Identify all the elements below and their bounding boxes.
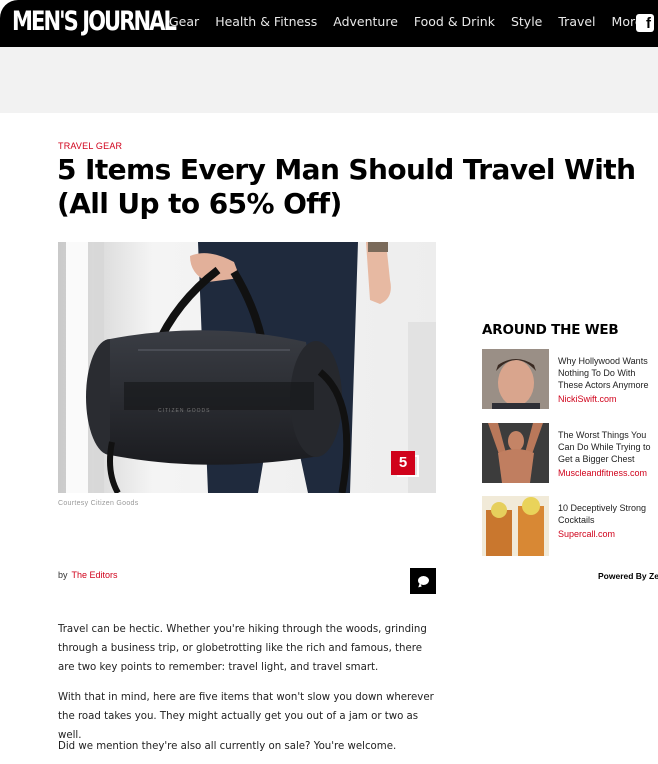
promo-headline[interactable]: The Worst Things You Can Do While Trying… xyxy=(558,430,651,464)
comments-button[interactable] xyxy=(410,568,436,594)
sidebar-promo-item[interactable]: The Worst Things You Can Do While Trying… xyxy=(482,423,658,483)
gallery-count-badge[interactable]: 5 xyxy=(391,451,415,475)
article-title: 5 Items Every Man Should Travel With (Al… xyxy=(57,153,658,221)
powered-by-label[interactable]: Powered By Zergnet xyxy=(598,571,658,581)
nav-item-travel[interactable]: Travel xyxy=(558,14,595,29)
byline: by The Editors xyxy=(58,570,118,580)
byline-prefix: by xyxy=(58,570,68,580)
sidebar-promo-item[interactable]: Why Hollywood Wants Nothing To Do With T… xyxy=(482,349,658,409)
comment-icon-tail xyxy=(418,582,423,589)
promo-headline[interactable]: Why Hollywood Wants Nothing To Do With T… xyxy=(558,356,649,390)
article-paragraph: Did we mention they're also all currentl… xyxy=(58,741,397,752)
promo-thumbnail[interactable] xyxy=(482,423,549,483)
facebook-icon[interactable]: f xyxy=(636,14,654,32)
promo-thumbnail[interactable] xyxy=(482,349,549,409)
bodybuilder-image xyxy=(482,423,549,483)
nav-item-style[interactable]: Style xyxy=(511,14,542,29)
nav-item-food-drink[interactable]: Food & Drink xyxy=(414,14,495,29)
site-logo[interactable]: MEN'S JOURNAL xyxy=(12,6,177,37)
actor-portrait-image xyxy=(482,349,549,409)
article-category[interactable]: TRAVEL GEAR xyxy=(58,141,122,151)
nav-item-adventure[interactable]: Adventure xyxy=(333,14,398,29)
article-title-line-2: (All Up to 65% Off) xyxy=(57,187,342,220)
promo-text: The Worst Things You Can Do While Trying… xyxy=(558,429,658,479)
promo-source[interactable]: NickiSwift.com xyxy=(558,393,658,405)
image-caption: Courtesy Citizen Goods xyxy=(58,500,139,507)
top-navigation: MEN'S JOURNAL Gear Health & Fitness Adve… xyxy=(0,0,658,47)
article-title-line-1: 5 Items Every Man Should Travel With xyxy=(57,153,636,186)
duffel-bag-photo: CITIZEN GOODS xyxy=(58,242,436,493)
around-the-web-heading: AROUND THE WEB xyxy=(482,322,619,338)
promo-headline[interactable]: 10 Deceptively Strong Cocktails xyxy=(558,503,646,525)
cocktail-image xyxy=(482,496,549,556)
hero-image[interactable]: CITIZEN GOODS 5 xyxy=(58,242,436,493)
promo-source[interactable]: Supercall.com xyxy=(558,528,658,540)
nav-item-gear[interactable]: Gear xyxy=(169,14,199,29)
ad-banner-placeholder xyxy=(0,47,658,113)
promo-thumbnail[interactable] xyxy=(482,496,549,556)
promo-text: 10 Deceptively Strong Cocktails Supercal… xyxy=(558,502,658,540)
svg-text:CITIZEN GOODS: CITIZEN GOODS xyxy=(158,408,210,414)
nav-menu: Gear Health & Fitness Adventure Food & D… xyxy=(169,14,643,29)
promo-source[interactable]: Muscleandfitness.com xyxy=(558,467,658,479)
sidebar-promo-item[interactable]: 10 Deceptively Strong Cocktails Supercal… xyxy=(482,496,658,556)
nav-item-health-fitness[interactable]: Health & Fitness xyxy=(215,14,317,29)
article-paragraph: Travel can be hectic. Whether you're hik… xyxy=(58,624,427,673)
promo-text: Why Hollywood Wants Nothing To Do With T… xyxy=(558,355,658,405)
author-link[interactable]: The Editors xyxy=(72,570,118,580)
